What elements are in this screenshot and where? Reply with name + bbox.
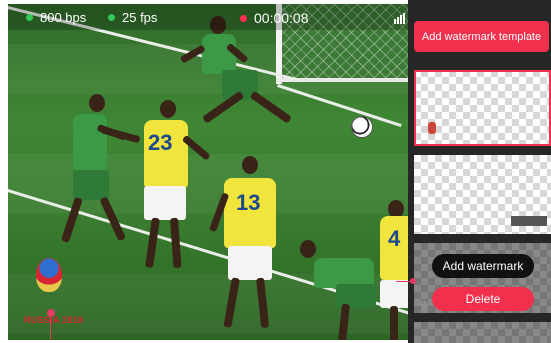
signal-icon <box>394 13 405 24</box>
watermark-template-thumb[interactable] <box>414 322 551 343</box>
watermark-anchor-line <box>50 316 51 340</box>
status-dot-icon <box>108 14 115 21</box>
bitrate-value: 800 bps <box>40 10 87 25</box>
logo-text: RUSSIA 2018 <box>24 315 84 325</box>
status-dot-icon <box>26 14 33 21</box>
fps-value: 25 fps <box>122 10 158 25</box>
jersey-number: 4 <box>388 226 401 251</box>
drag-handle-icon[interactable]: ✥ <box>420 300 430 311</box>
recording-timer: 00:00:08 <box>240 10 309 26</box>
worldcup-trophy-icon <box>36 258 62 292</box>
watermark-template-thumb[interactable] <box>414 70 551 146</box>
recording-time: 00:00:08 <box>254 10 309 26</box>
stream-status-bar: 800 bps 25 fps 00:00:08 <box>8 4 408 30</box>
jersey-number: 13 <box>236 190 261 215</box>
bitrate-indicator: 800 bps <box>26 10 86 25</box>
worldcup-logo-watermark[interactable]: RUSSIA 2018 <box>22 258 86 328</box>
soccer-ball <box>351 116 373 138</box>
add-watermark-template-button[interactable]: Add watermark template <box>414 21 549 52</box>
jersey-number: 23 <box>148 130 173 155</box>
watermark-preview-icon <box>428 122 436 134</box>
add-watermark-button[interactable]: Add watermark <box>432 254 534 278</box>
watermark-preview-icon <box>511 216 547 226</box>
watermark-editor: 23 13 4 800 bps 25 fps 00:00:08 RUSSIA 2… <box>0 0 551 343</box>
watermark-anchor-icon[interactable] <box>47 309 55 317</box>
pitch-stripe <box>8 154 408 214</box>
connector-dot-icon <box>410 278 416 284</box>
fps-indicator: 25 fps <box>108 10 157 25</box>
watermark-template-thumb[interactable] <box>414 155 551 234</box>
delete-button[interactable]: Delete <box>432 287 534 311</box>
recording-dot-icon <box>240 14 247 22</box>
